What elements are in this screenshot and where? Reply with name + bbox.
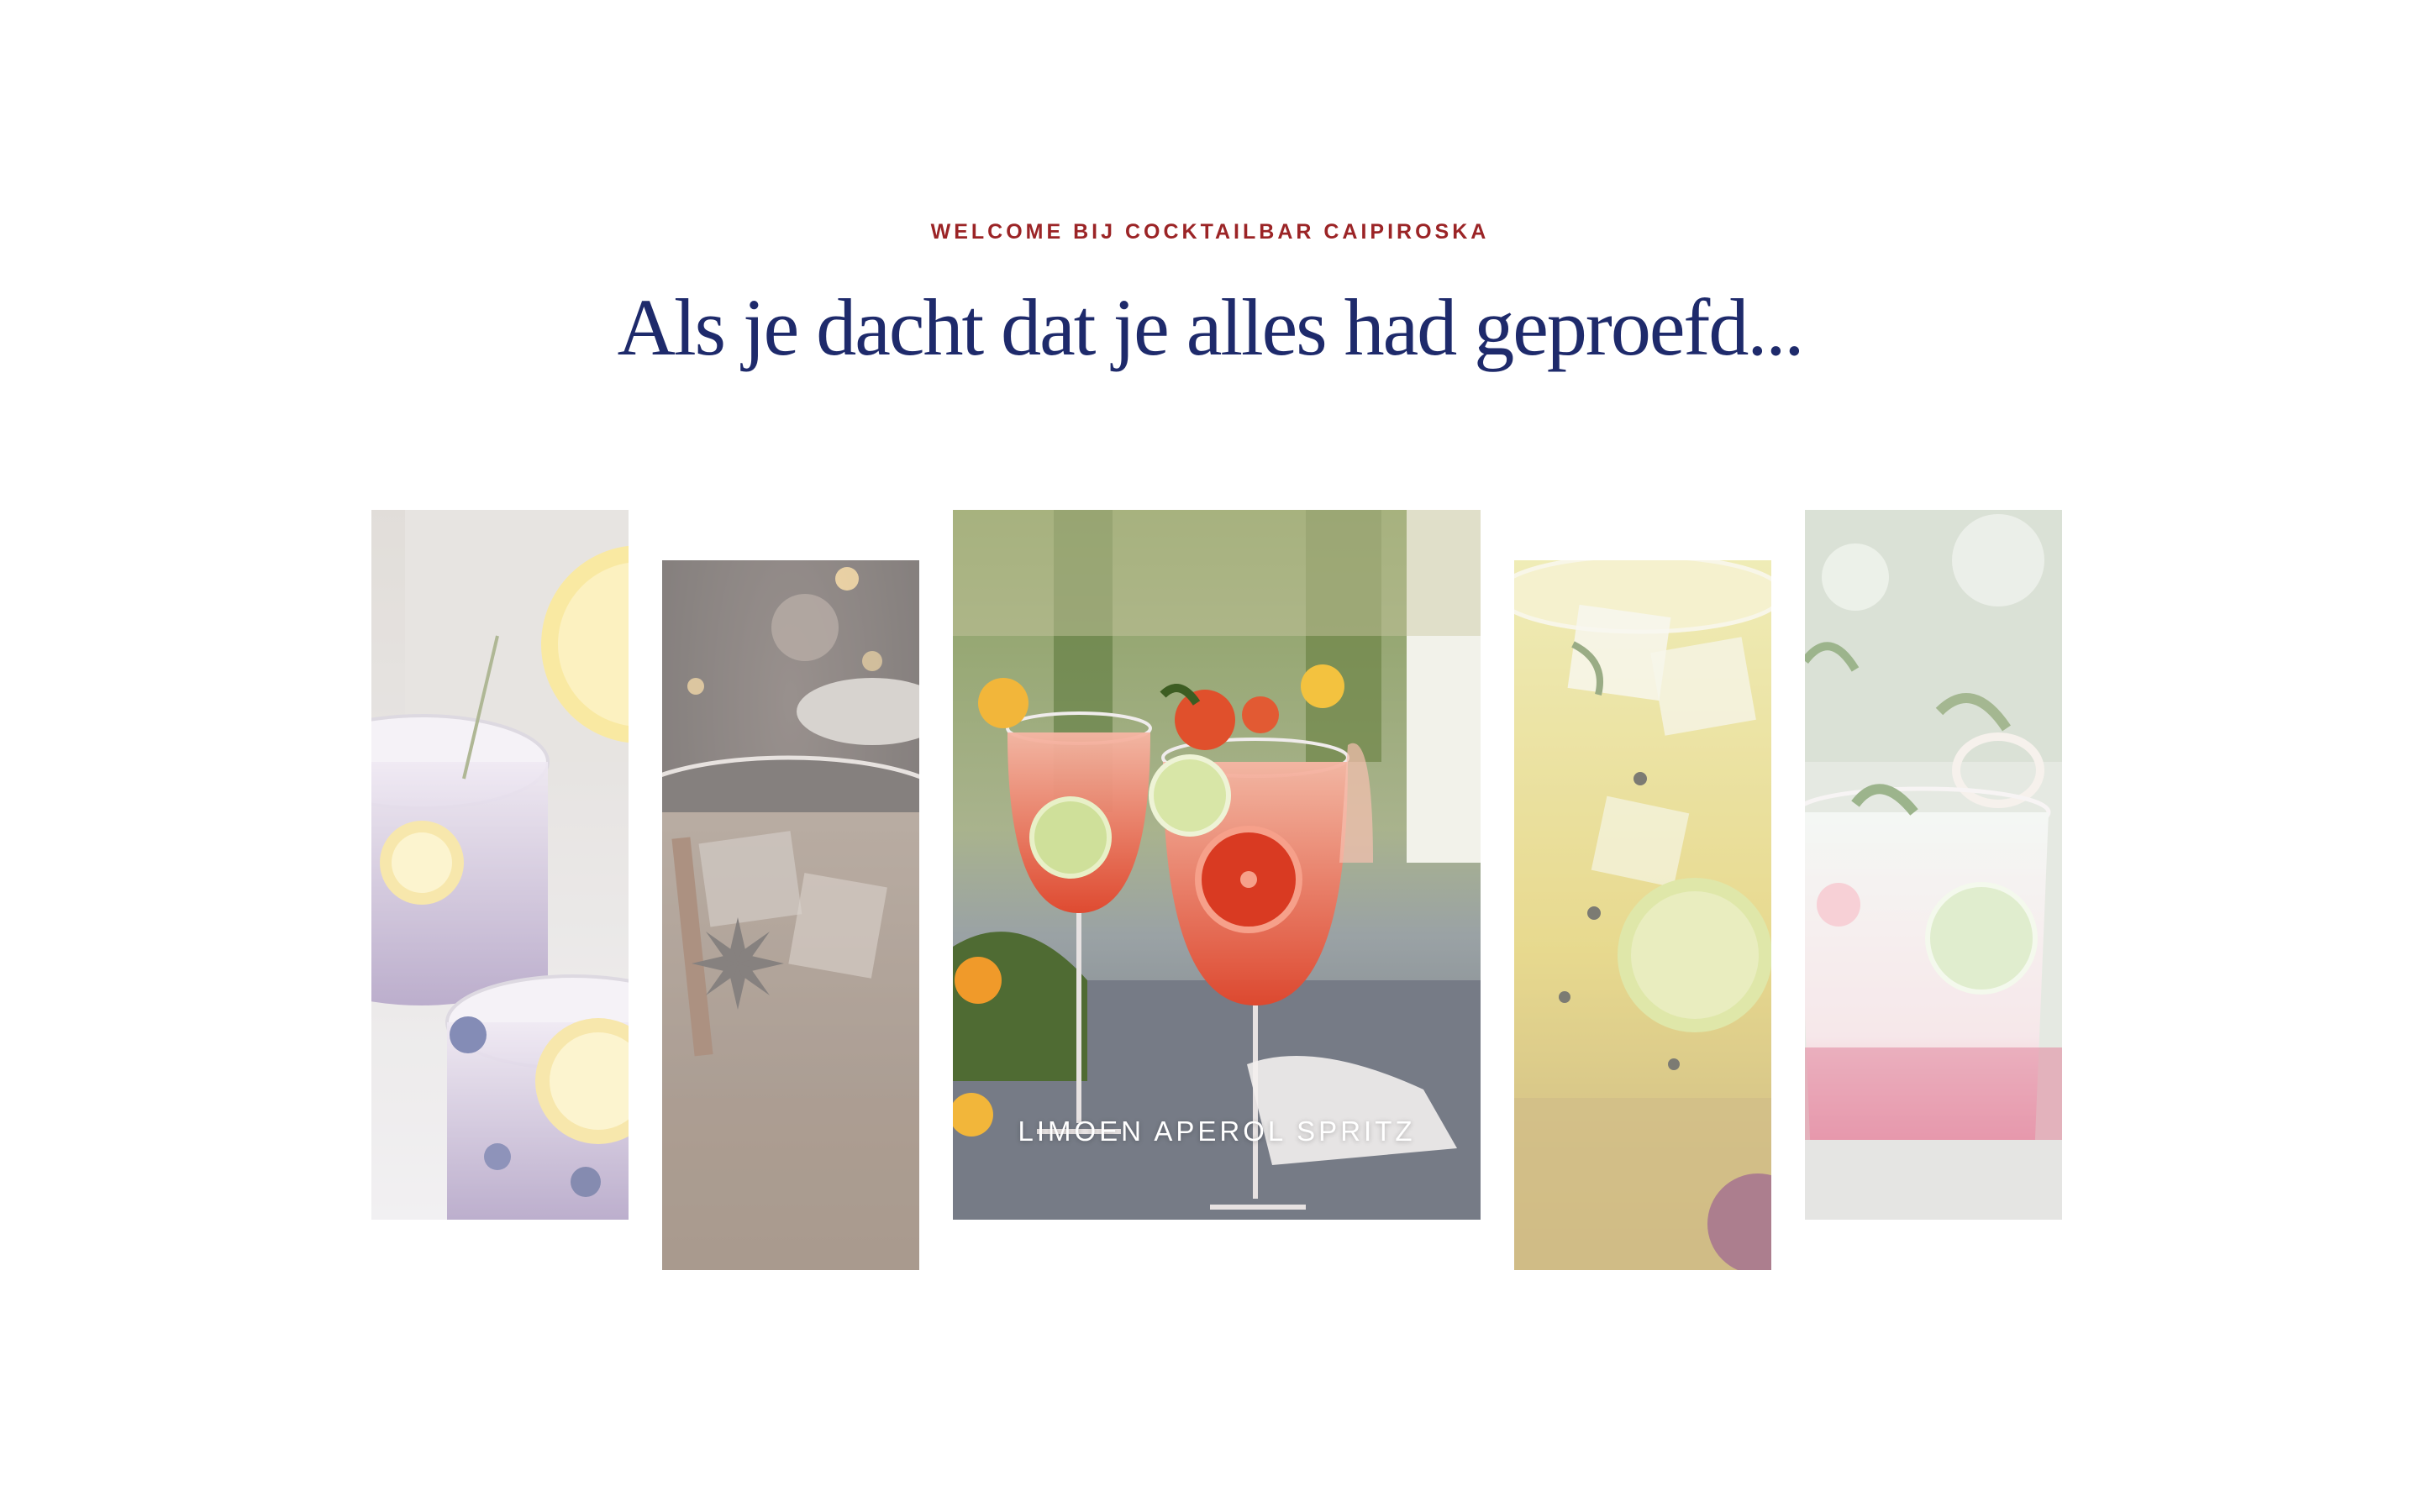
gallery-item-raspberry-mint[interactable] <box>1805 510 2062 1220</box>
gallery-caption: LIMOEN APEROL SPRITZ <box>1018 1116 1416 1147</box>
gallery-item-lemon-blueberry[interactable] <box>371 510 629 1220</box>
gallery-item-spiced-cinnamon[interactable] <box>662 560 919 1270</box>
gallery-item-passionfruit[interactable] <box>1514 560 1771 1270</box>
cocktail-gallery: LIMOEN APEROL SPRITZ <box>0 0 2420 1512</box>
gallery-item-limoen-aperol-spritz[interactable]: LIMOEN APEROL SPRITZ <box>953 510 1481 1220</box>
